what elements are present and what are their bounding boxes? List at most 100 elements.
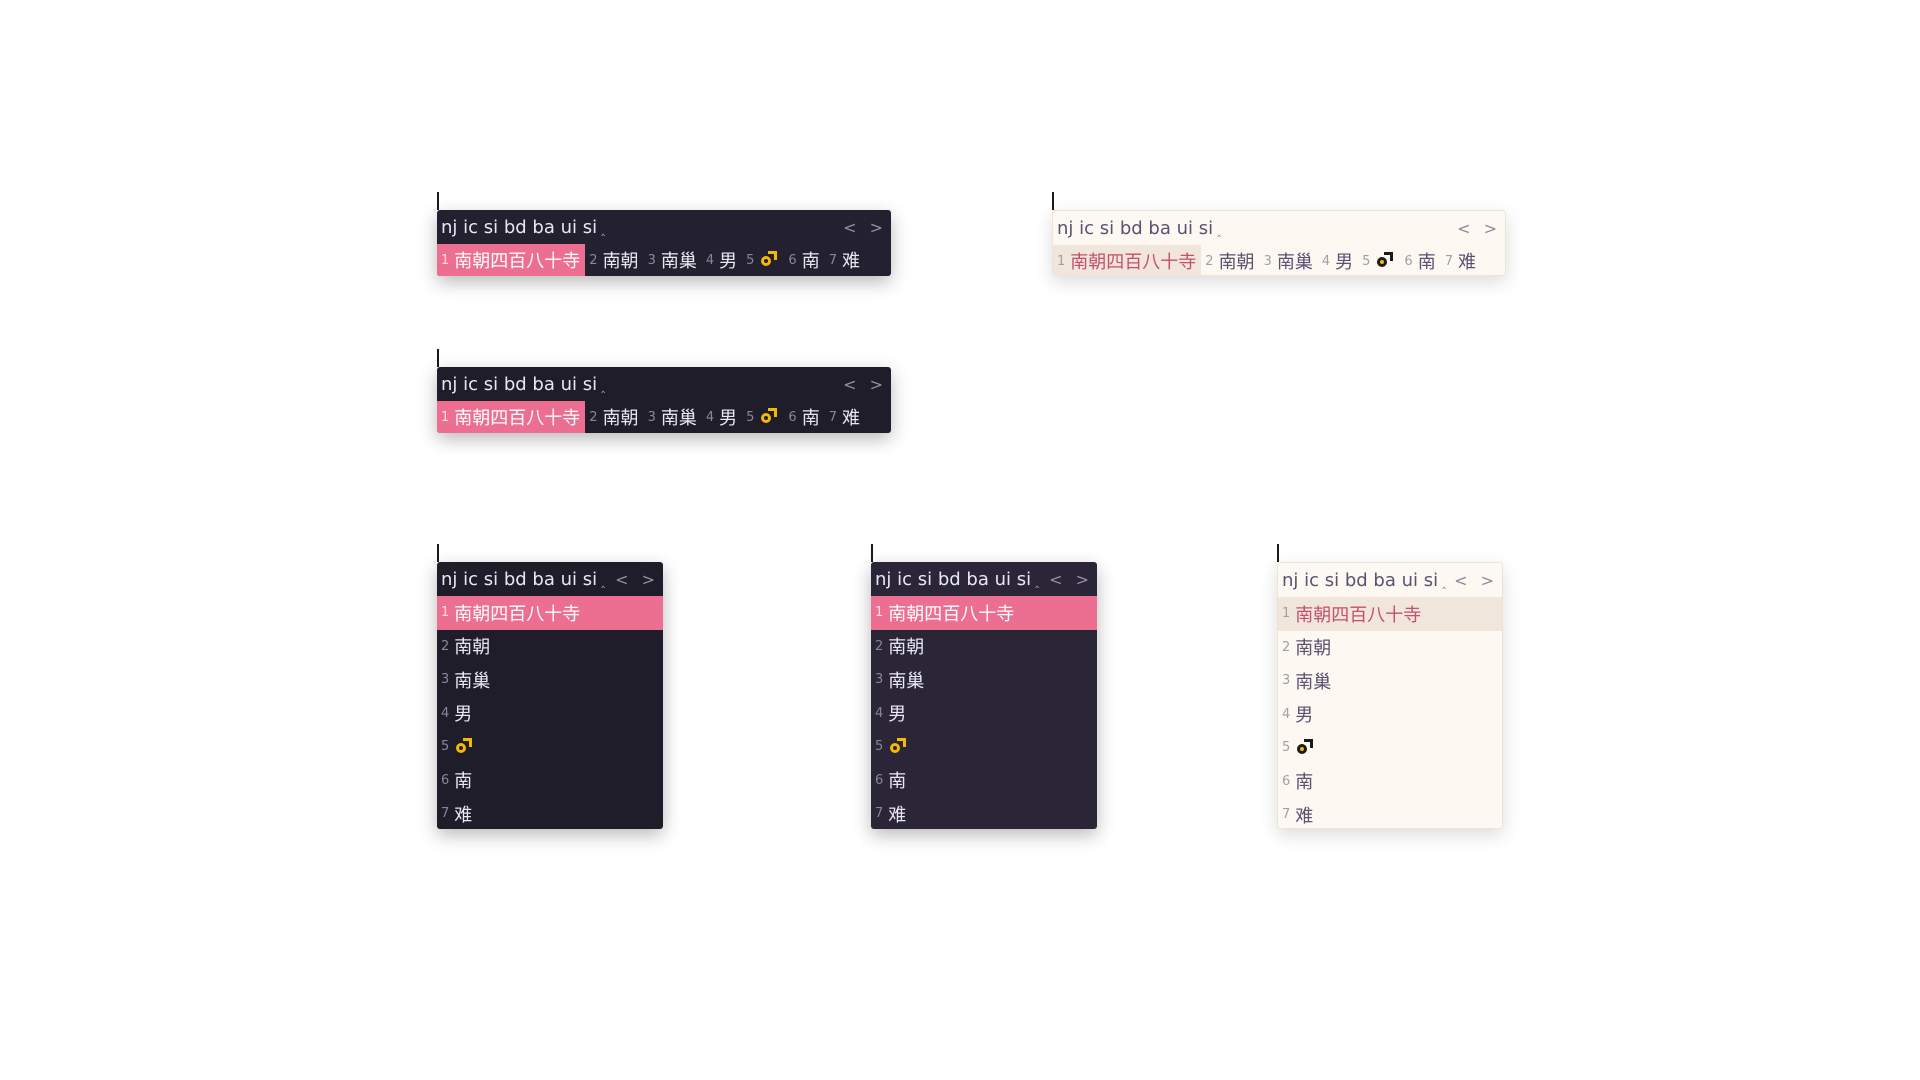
page-nav-buttons[interactable]: < > [1454,571,1498,590]
candidate-item[interactable]: 5 [742,244,784,276]
candidate-text: 南朝四百八十寺 [454,251,581,272]
candidate-index: 1 [441,409,450,425]
text-cursor [871,544,873,562]
candidate-item[interactable]: 4男 [702,244,742,276]
text-cursor [437,192,439,210]
candidate-item[interactable]: 4男 [437,697,663,731]
candidate-item[interactable]: 2 南朝 [1201,245,1259,275]
preedit-caret-icon: ‸ [601,221,606,236]
preedit-text: nj ic si bd ba ui si [441,373,598,395]
preedit-row: nj ic si bd ba ui si ‸ < > [871,562,1097,596]
candidate-item[interactable]: 4男 [702,401,742,433]
candidate-item[interactable]: 1 南朝四百八十寺 [437,596,663,630]
candidate-index: 2 [1205,253,1214,269]
preedit-text: nj ic si bd ba ui si [441,568,598,590]
candidate-item[interactable]: 3 南巢 [1278,664,1502,698]
preedit-text: nj ic si bd ba ui si [875,568,1032,590]
male-sign-emoji-icon [454,737,474,757]
candidate-index: 5 [1362,253,1371,269]
candidate-text: 南朝 [888,637,925,659]
candidate-item[interactable]: 1 南朝四百八十寺 [437,401,586,433]
candidate-index: 2 [589,409,598,425]
candidate-index: 1 [1282,606,1291,622]
preedit-text: nj ic si bd ba ui si [1282,569,1439,591]
candidate-item[interactable]: 6南 [871,764,1097,798]
ime-candidate-panel-vertical-light: nj ic si bd ba ui si ‸ < > 1 南朝四百八十寺 2 南朝 3… [1277,562,1503,829]
candidate-item[interactable]: 3 南巢 [437,663,663,697]
text-cursor [1052,192,1054,210]
preedit-area: nj ic si bd ba ui si ‸ [441,569,605,590]
candidate-item[interactable]: 5 [742,401,784,433]
candidate-item[interactable]: 2 南朝 [585,401,643,433]
candidate-item[interactable]: 3 南巢 [871,663,1097,697]
candidate-item[interactable]: 5 [1278,731,1502,765]
candidate-item[interactable]: 7难 [437,797,663,829]
candidate-item[interactable]: 1 南朝四百八十寺 [1053,245,1202,275]
candidate-text: 南巢 [454,670,491,692]
candidate-index: 3 [647,252,656,268]
candidate-item[interactable]: 4男 [871,697,1097,731]
candidate-item[interactable]: 6南 [437,764,663,798]
candidate-item[interactable]: 5 [1358,245,1400,275]
candidate-item[interactable]: 2 南朝 [1278,631,1502,665]
candidate-item[interactable]: 5 [871,730,1097,764]
candidate-index: 2 [875,638,884,654]
page-nav-buttons[interactable]: < > [615,570,659,589]
candidate-item[interactable]: 6南 [784,244,824,276]
candidate-item[interactable]: 7难 [871,797,1097,829]
candidate-item[interactable]: 6南 [1278,765,1502,799]
candidate-index: 4 [705,409,715,425]
candidate-item[interactable]: 7难 [825,401,865,433]
page-nav-buttons[interactable]: < > [1049,570,1093,589]
candidate-item[interactable]: 2 南朝 [871,630,1097,664]
ime-candidate-panel-horizontal-light: nj ic si bd ba ui si ‸ < > 1 南朝四百八十寺 2 南朝 3… [1052,210,1506,276]
candidate-text: 南 [454,771,473,793]
candidate-item[interactable]: 2 南朝 [585,244,643,276]
candidate-list: 1 南朝四百八十寺 2 南朝 3 南巢 4男 5 6南 7难 [871,596,1097,829]
candidate-item[interactable]: 2 南朝 [437,630,663,664]
candidate-item[interactable]: 3 南巢 [644,401,702,433]
candidate-index: 2 [589,252,598,268]
candidate-item[interactable]: 1 南朝四百八十寺 [437,244,586,276]
candidate-item[interactable]: 7难 [825,244,865,276]
candidate-index: 5 [875,739,884,755]
page-nav-buttons[interactable]: < > [843,375,887,394]
candidate-item[interactable]: 6南 [1400,245,1440,275]
candidate-item[interactable]: 4男 [1318,245,1358,275]
candidate-index: 1 [1057,253,1066,269]
preedit-caret-icon: ‸ [601,378,606,393]
candidate-item[interactable]: 4男 [1278,698,1502,732]
candidate-index: 5 [1282,740,1291,756]
preedit-area: nj ic si bd ba ui si ‸ [441,217,605,238]
candidate-index: 3 [441,672,450,688]
candidate-index: 1 [875,605,884,621]
candidate-index: 7 [1282,807,1291,823]
candidate-index: 6 [788,252,797,268]
candidate-item[interactable]: 3 南巢 [644,244,702,276]
candidate-item[interactable]: 7难 [1441,245,1481,275]
page-nav-buttons[interactable]: < > [843,218,887,237]
candidate-text: 难 [1295,805,1314,827]
candidate-text: 南朝四百八十寺 [454,603,581,625]
candidate-item[interactable]: 7难 [1278,798,1502,828]
candidate-item[interactable]: 1 南朝四百八十寺 [871,596,1097,630]
male-sign-emoji-icon [888,737,908,757]
preedit-text: nj ic si bd ba ui si [441,216,598,238]
page-nav-buttons[interactable]: < > [1457,219,1501,238]
preedit-caret-icon: ‸ [1217,222,1222,237]
candidate-text: 难 [454,804,473,826]
candidate-text: 男 [888,704,907,726]
candidate-index: 4 [1282,706,1291,722]
preedit-area: nj ic si bd ba ui si ‸ [875,569,1039,590]
ime-candidate-panel-vertical-purple: nj ic si bd ba ui si ‸ < > 1 南朝四百八十寺 2 南朝 3… [871,562,1097,829]
candidate-item[interactable]: 5 [437,730,663,764]
candidate-text: 南 [801,251,820,272]
candidate-item[interactable]: 1 南朝四百八十寺 [1278,597,1502,631]
candidate-text: 南巢 [1276,252,1313,273]
candidate-text: 南朝四百八十寺 [1295,604,1422,626]
candidate-row: 1 南朝四百八十寺 2 南朝 3 南巢 4男 5 6南 7难 [1053,245,1505,275]
candidate-item[interactable]: 6南 [784,401,824,433]
preedit-text: nj ic si bd ba ui si [1057,217,1214,239]
text-cursor [1277,544,1279,562]
candidate-item[interactable]: 3 南巢 [1260,245,1318,275]
